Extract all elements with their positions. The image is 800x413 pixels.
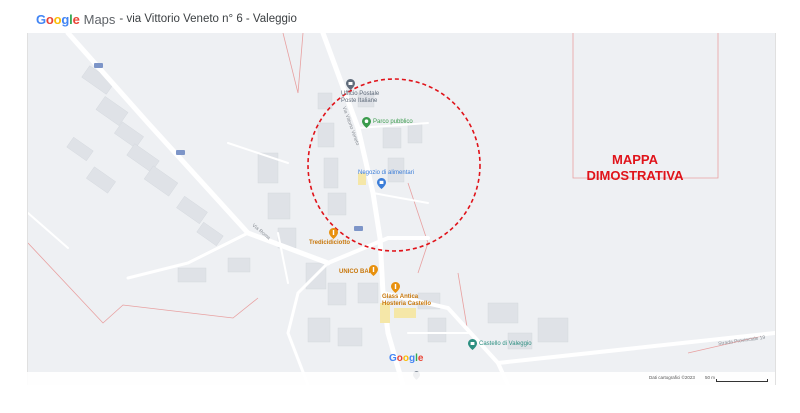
google-logo: Google [36,11,80,27]
scale-bar[interactable] [716,379,768,382]
poi-label-parco[interactable]: Parco pubblico [373,119,413,125]
map-canvas[interactable]: Via Roma Via Vittorio Veneto Strada Prov… [27,33,776,385]
poi-label-unico-bar[interactable]: UNICO BAR [339,269,373,276]
poi-label-castello[interactable]: Castello di Valeggio [479,341,532,347]
road-shield [354,226,363,231]
map-title-bar: Google Maps - via Vittorio Veneto n° 6 -… [36,10,297,28]
roads [28,33,775,385]
poi-label-post-office[interactable]: Ufficio Postale Poste Italiane [341,91,379,104]
poi-label-tredicidiciotto[interactable]: Tredicidiciotto [309,240,350,247]
poi-label-glass-antica[interactable]: Glass Antica Hosteria Castello [382,294,431,307]
google-footer-logo: Google [389,353,424,364]
road-shield [176,150,185,155]
maps-product-label: Maps [83,11,116,27]
scale-label[interactable]: 50 m [705,375,715,380]
building-blocks [66,65,569,350]
map-address-title: - via Vittorio Veneto n° 6 - Valeggio [119,13,297,25]
demo-map-overlay-text: MAPPA DIMOSTRATIVA [586,152,684,183]
poi-label-negozio[interactable]: Negozio di alimentari [358,170,414,177]
road-shield [94,63,103,68]
map-copyright[interactable]: Dati cartografici ©2023 [649,375,695,380]
map-graphics [28,33,775,385]
